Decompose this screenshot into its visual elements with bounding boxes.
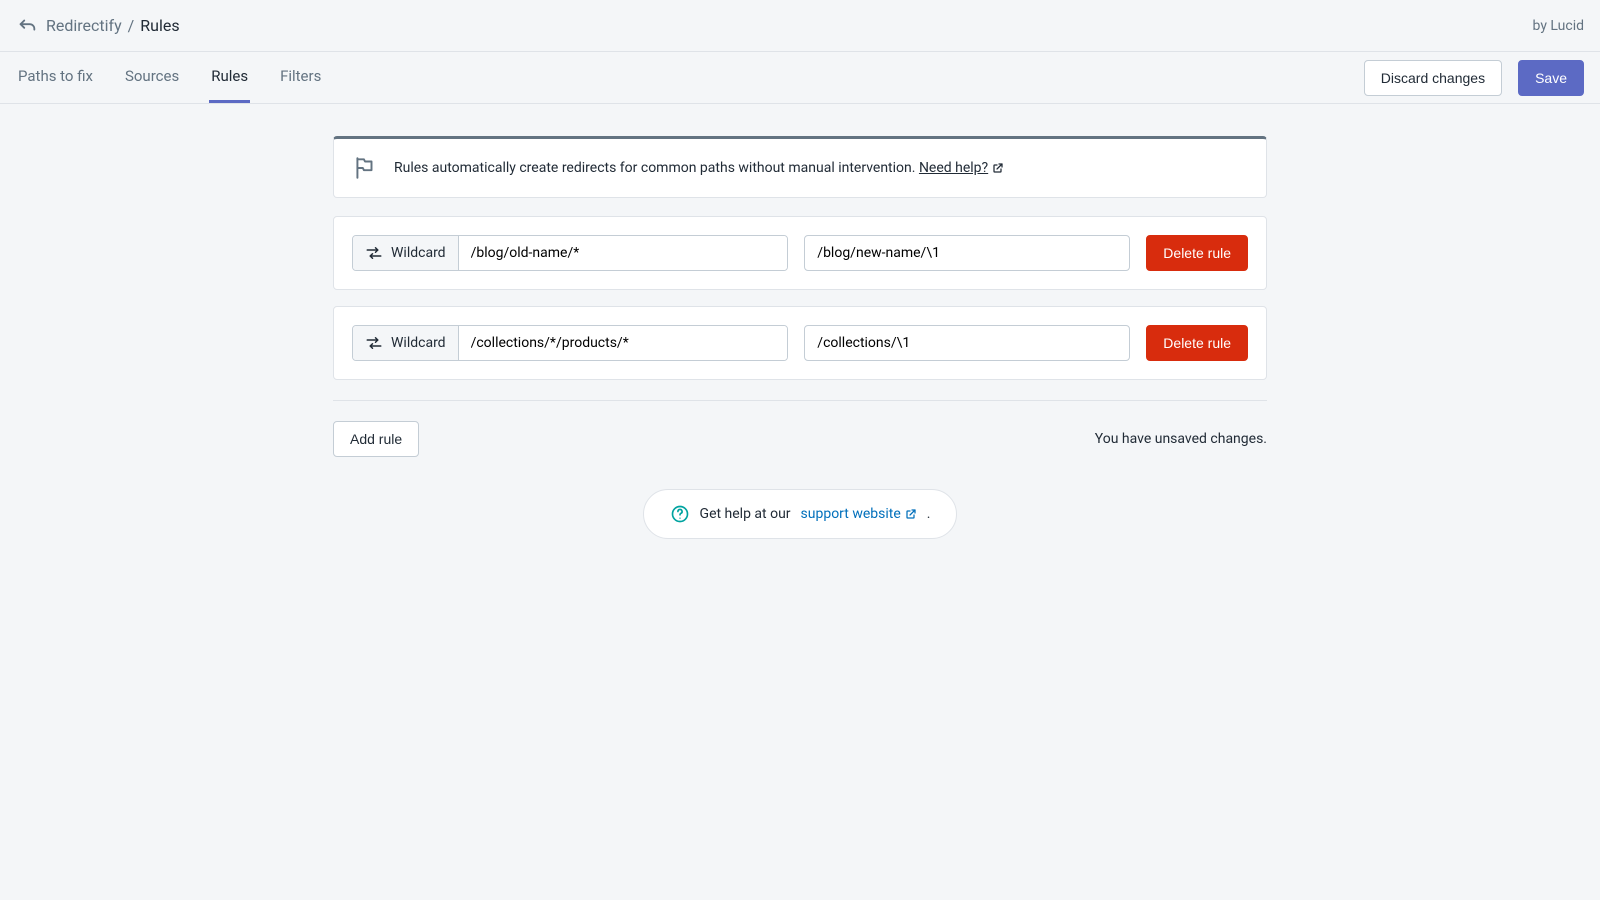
tab-filters[interactable]: Filters — [278, 52, 323, 103]
swap-icon — [365, 336, 383, 350]
flag-icon — [352, 155, 378, 181]
tabs-row: Paths to fix Sources Rules Filters Disca… — [0, 52, 1600, 104]
source-input-group: Wildcard — [352, 325, 788, 361]
rule-card: Wildcard Delete rule — [333, 306, 1267, 380]
breadcrumb-app[interactable]: Redirectify — [46, 16, 122, 35]
info-banner: Rules automatically create redirects for… — [333, 136, 1267, 198]
tab-rules[interactable]: Rules — [209, 52, 250, 103]
external-link-icon — [992, 162, 1004, 174]
rule-row: Wildcard Delete rule — [352, 235, 1248, 271]
source-path-input[interactable] — [459, 236, 788, 270]
rule-type-label: Wildcard — [391, 335, 446, 351]
rule-type-selector[interactable]: Wildcard — [353, 236, 459, 270]
rule-type-selector[interactable]: Wildcard — [353, 326, 459, 360]
breadcrumb: Redirectify / Rules — [46, 16, 180, 35]
discard-changes-button[interactable]: Discard changes — [1364, 60, 1502, 96]
header-actions: Discard changes Save — [1364, 52, 1584, 103]
tab-label: Filters — [280, 67, 321, 85]
destination-path-input[interactable] — [804, 235, 1130, 271]
rule-row: Wildcard Delete rule — [352, 325, 1248, 361]
tab-label: Sources — [125, 67, 179, 85]
source-input-group: Wildcard — [352, 235, 788, 271]
swap-icon — [365, 246, 383, 260]
breadcrumb-page: Rules — [140, 16, 179, 35]
footer-row: Add rule You have unsaved changes. — [333, 421, 1267, 457]
support-link-label: support website — [801, 506, 901, 522]
divider — [333, 400, 1267, 401]
topbar: Redirectify / Rules by Lucid — [0, 0, 1600, 52]
tab-label: Paths to fix — [18, 67, 93, 85]
need-help-label: Need help? — [919, 160, 988, 176]
main-content: Rules automatically create redirects for… — [333, 136, 1267, 539]
rule-type-label: Wildcard — [391, 245, 446, 261]
breadcrumb-separator: / — [128, 16, 135, 35]
need-help-link[interactable]: Need help? — [919, 160, 1004, 176]
tab-label: Rules — [211, 67, 248, 85]
support-website-link[interactable]: support website — [801, 506, 917, 522]
help-suffix: . — [927, 506, 931, 522]
help-prefix: Get help at our — [700, 506, 791, 522]
help-circle-icon — [670, 504, 690, 524]
delete-rule-button[interactable]: Delete rule — [1146, 325, 1248, 361]
banner-body: Rules automatically create redirects for… — [394, 160, 1004, 176]
source-path-input[interactable] — [459, 326, 788, 360]
tab-sources[interactable]: Sources — [123, 52, 181, 103]
tabs: Paths to fix Sources Rules Filters — [16, 52, 323, 103]
rule-card: Wildcard Delete rule — [333, 216, 1267, 290]
banner-text: Rules automatically create redirects for… — [394, 160, 915, 176]
save-button[interactable]: Save — [1518, 60, 1584, 96]
help-footer: Get help at our support website . — [643, 489, 958, 539]
delete-rule-button[interactable]: Delete rule — [1146, 235, 1248, 271]
destination-path-input[interactable] — [804, 325, 1130, 361]
external-link-icon — [905, 508, 917, 520]
byline: by Lucid — [1533, 18, 1584, 34]
unsaved-changes-text: You have unsaved changes. — [1095, 431, 1267, 447]
back-arrow-icon[interactable] — [16, 15, 38, 37]
add-rule-button[interactable]: Add rule — [333, 421, 419, 457]
tab-paths-to-fix[interactable]: Paths to fix — [16, 52, 95, 103]
